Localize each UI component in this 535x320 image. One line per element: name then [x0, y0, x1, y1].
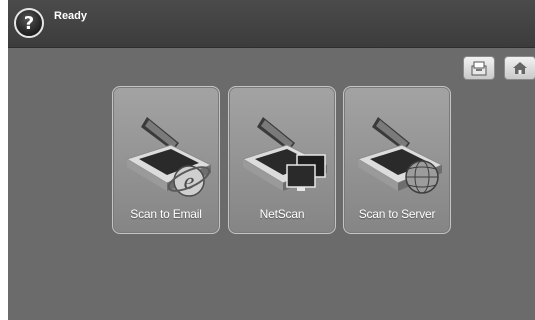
scanner-internet-explorer-icon: e	[125, 117, 213, 197]
help-icon: ?	[23, 12, 35, 34]
status-bar: ? Ready	[8, 0, 535, 48]
tile-label: Scan to Email	[130, 207, 202, 221]
job-status-button[interactable]	[463, 56, 495, 80]
home-button[interactable]	[504, 56, 535, 80]
screen: ? Ready e Scan to Email NetScan Scan to …	[8, 0, 535, 320]
tile-label: NetScan	[259, 207, 305, 221]
scanner-monitors-icon	[241, 117, 329, 191]
scanner-globe-icon	[356, 117, 444, 194]
status-text: Ready	[54, 10, 88, 22]
tile-label: Scan to Server	[358, 207, 436, 221]
scan-to-email-tile[interactable]: e Scan to Email	[112, 86, 220, 234]
netscan-tile[interactable]: NetScan	[228, 86, 336, 234]
scan-to-server-tile[interactable]: Scan to Server	[343, 86, 451, 234]
help-button[interactable]: ?	[14, 8, 44, 38]
home-icon	[513, 62, 527, 74]
job-status-icon	[471, 61, 487, 76]
